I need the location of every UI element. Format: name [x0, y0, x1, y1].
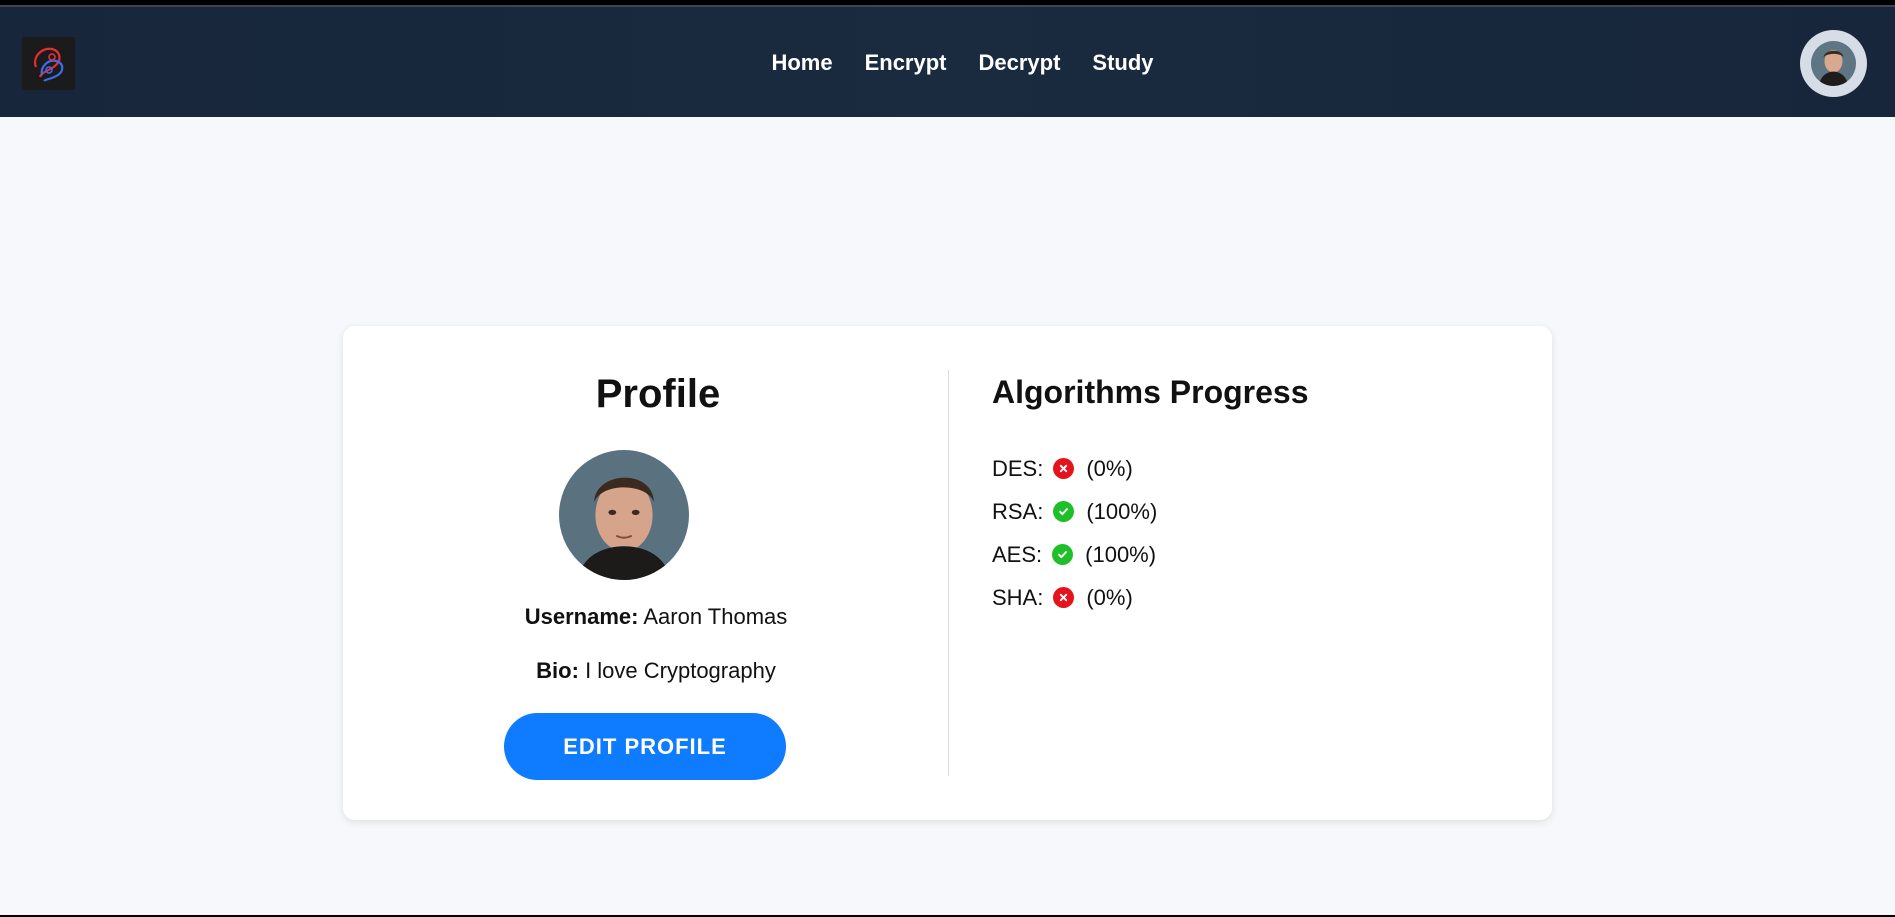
nav-decrypt[interactable]: Decrypt	[979, 50, 1061, 76]
algorithm-row-rsa: RSA: (100%)	[992, 490, 1157, 533]
avatar-image	[1811, 41, 1856, 86]
x-icon	[1053, 458, 1075, 479]
algorithm-percent: (0%)	[1086, 584, 1133, 610]
algorithm-name: DES:	[992, 455, 1044, 481]
algorithms-list: DES: (0%) RSA: (100%) AES: (100%) SHA: (…	[992, 447, 1157, 619]
top-navbar: Home Encrypt Decrypt Study	[0, 5, 1895, 117]
nav-encrypt[interactable]: Encrypt	[865, 50, 947, 76]
x-icon	[1053, 587, 1075, 608]
profile-avatar	[559, 450, 689, 580]
algorithm-name: RSA:	[992, 498, 1044, 524]
algorithm-name: SHA:	[992, 584, 1044, 610]
edit-profile-button[interactable]: EDIT PROFILE	[504, 713, 786, 780]
algorithm-percent: (0%)	[1086, 455, 1133, 481]
card-divider	[948, 370, 949, 776]
check-icon	[1052, 544, 1074, 565]
username-value: Aaron Thomas	[643, 604, 788, 629]
algorithm-percent: (100%)	[1085, 541, 1157, 567]
profile-title: Profile	[595, 372, 721, 416]
algorithm-percent: (100%)	[1086, 498, 1158, 524]
bio-label: Bio:	[536, 658, 579, 683]
nav-home[interactable]: Home	[771, 50, 832, 76]
user-avatar-button[interactable]	[1800, 30, 1867, 97]
bio-value: I love Cryptography	[585, 658, 776, 683]
algorithm-row-des: DES: (0%)	[992, 447, 1157, 490]
bio-line: Bio: I love Cryptography	[343, 658, 949, 684]
username-line: Username: Aaron Thomas	[343, 604, 949, 630]
username-label: Username:	[524, 604, 639, 629]
nav-study[interactable]: Study	[1092, 50, 1153, 76]
algorithm-row-sha: SHA: (0%)	[992, 576, 1157, 619]
algorithm-name: AES:	[992, 541, 1043, 567]
check-icon	[1053, 501, 1075, 522]
nav-links: Home Encrypt Decrypt Study	[0, 7, 1895, 119]
algorithm-row-aes: AES: (100%)	[992, 533, 1157, 576]
profile-card: Profile Username: Aaron Thomas Bio: I lo…	[343, 326, 1552, 820]
page: Home Encrypt Decrypt Study Profile Usern…	[0, 5, 1895, 915]
progress-title: Algorithms Progress	[992, 374, 1309, 410]
